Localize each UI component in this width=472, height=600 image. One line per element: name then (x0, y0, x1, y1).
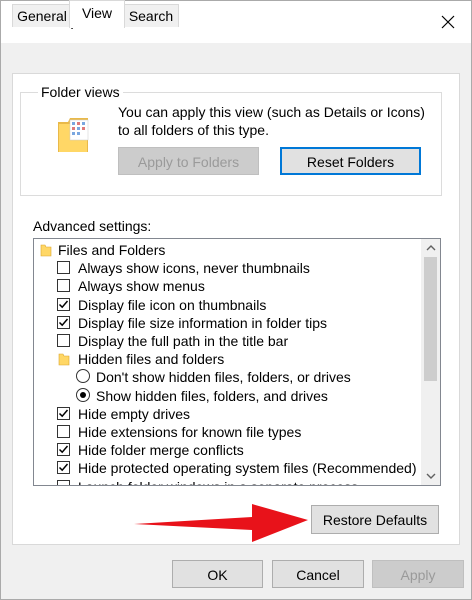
list-item-label: Hide folder merge conflicts (78, 442, 244, 459)
checkbox-unchecked[interactable] (57, 479, 70, 485)
radio-selected[interactable] (76, 387, 90, 402)
folder-icon (40, 244, 52, 257)
radio-unselected[interactable] (76, 369, 90, 384)
checkbox-checked[interactable] (57, 461, 70, 475)
chevron-down-icon (426, 473, 435, 479)
scroll-down-button[interactable] (421, 468, 440, 485)
cancel-button[interactable]: Cancel (272, 560, 364, 588)
list-item-label: Display file size information in folder … (78, 314, 327, 331)
checkbox-unchecked[interactable] (57, 425, 70, 438)
vertical-scrollbar[interactable] (421, 239, 440, 485)
checkmark-icon (58, 445, 69, 454)
list-item-label: Launch folder windows in a separate proc… (78, 478, 358, 485)
checkmark-icon (58, 409, 69, 418)
list-item-label: Files and Folders (58, 242, 166, 258)
list-item-label: Hidden files and folders (78, 351, 225, 368)
advanced-settings-items: Files and Folders Always show icons, neve… (34, 239, 420, 485)
restore-defaults-button[interactable]: Restore Defaults (311, 505, 439, 534)
checkbox-checked[interactable] (57, 443, 70, 457)
folder-views-description: You can apply this view (such as Details… (118, 104, 425, 138)
scrollbar-thumb[interactable] (424, 257, 437, 381)
folder-icon (58, 353, 70, 366)
tab-view[interactable]: View (69, 0, 125, 28)
advanced-settings-list[interactable]: Files and Folders Always show icons, neve… (33, 238, 441, 486)
close-icon (441, 15, 455, 29)
checkmark-icon (58, 318, 69, 327)
list-item-label: Always show menus (78, 278, 205, 295)
list-item-label: Hide extensions for known file types (78, 424, 302, 440)
ok-button[interactable]: OK (172, 560, 263, 588)
checkmark-icon (58, 300, 69, 308)
list-item-label: Show hidden files, folders, and drives (96, 387, 328, 404)
checkbox-checked[interactable] (57, 406, 70, 420)
checkbox-unchecked[interactable] (57, 261, 70, 275)
apply-button[interactable]: Apply (372, 560, 464, 588)
tab-search[interactable]: Search (123, 4, 179, 27)
red-arrow-annotation (134, 504, 308, 542)
list-item-label: Hide protected operating system files (R… (78, 460, 417, 477)
folder-views-legend: Folder views (38, 84, 123, 100)
reset-folders-button[interactable]: Reset Folders (280, 147, 421, 175)
checkbox-unchecked[interactable] (57, 279, 70, 293)
list-item-label: Display file icon on thumbnails (78, 296, 267, 313)
scroll-up-button[interactable] (421, 239, 440, 256)
checkbox-checked[interactable] (57, 297, 70, 311)
apply-to-folders-button[interactable]: Apply to Folders (118, 147, 259, 175)
list-item-label: Hide empty drives (78, 405, 191, 422)
list-item-label: Display the full path in the title bar (78, 333, 289, 349)
list-item-label: Don't show hidden files, folders, or dri… (96, 369, 351, 386)
tab-general[interactable]: General (12, 4, 72, 27)
folder-view-icon (58, 118, 89, 152)
advanced-settings-label: Advanced settings: (33, 218, 152, 234)
close-button[interactable] (425, 1, 471, 43)
chevron-up-icon (426, 245, 435, 251)
list-item-label: Always show icons, never thumbnails (78, 260, 310, 277)
checkbox-checked[interactable] (57, 315, 70, 329)
checkmark-icon (58, 463, 69, 472)
checkbox-unchecked[interactable] (57, 334, 70, 347)
